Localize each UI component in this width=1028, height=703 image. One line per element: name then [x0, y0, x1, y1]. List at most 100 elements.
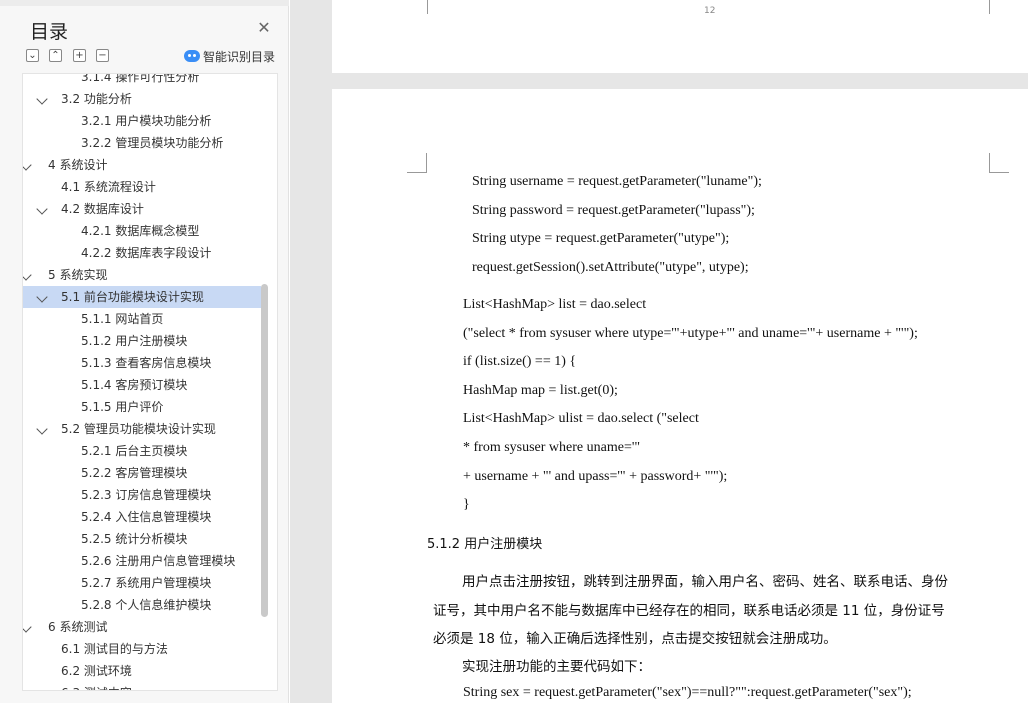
smart-toc-button[interactable]: 智能识别目录	[184, 47, 275, 65]
expand-all-button[interactable]: ⌄	[26, 49, 39, 62]
toc-item-label: 5.1 前台功能模块设计实现	[61, 290, 204, 304]
chevron-down-icon[interactable]	[23, 159, 32, 171]
toc-item-label: 5.2.1 后台主页模块	[81, 444, 188, 458]
toc-item[interactable]: 5.2.4 入住信息管理模块	[23, 506, 261, 528]
toc-item[interactable]: 4.2.2 数据库表字段设计	[23, 242, 261, 264]
chevron-down-icon[interactable]	[36, 423, 48, 435]
code-line: ("select * from sysuser where utype='"+u…	[463, 325, 918, 341]
code-line: List<HashMap> list = dao.select	[463, 297, 647, 312]
toc-item[interactable]: 3.2 功能分析	[23, 88, 261, 110]
previous-page: 12	[332, 0, 1028, 73]
smart-toc-label: 智能识别目录	[203, 49, 276, 64]
toc-item[interactable]: 3.1.4 操作可行性分析	[23, 73, 261, 88]
chevron-down-icon[interactable]	[23, 621, 32, 633]
toc-item[interactable]: 5.2.1 后台主页模块	[23, 440, 261, 462]
toc-item-label: 5.2.3 订房信息管理模块	[81, 488, 212, 502]
toc-item-label: 6.1 测试目的与方法	[61, 642, 168, 656]
remove-heading-button[interactable]: −	[96, 49, 109, 62]
toc-item-label: 5.1.1 网站首页	[81, 312, 164, 326]
toc-item-label: 4.2.1 数据库概念模型	[81, 224, 200, 238]
code-line: }	[463, 497, 470, 513]
toc-item[interactable]: 5.2.5 统计分析模块	[23, 528, 261, 550]
crop-mark	[427, 0, 428, 14]
toc-item-label: 4 系统设计	[48, 158, 108, 172]
toc-item[interactable]: 6.1 测试目的与方法	[23, 638, 261, 660]
toc-item[interactable]: 5.1.5 用户评价	[23, 396, 261, 418]
toc-item[interactable]: 5.2.2 客房管理模块	[23, 462, 261, 484]
toc-item-label: 3.2.1 用户模块功能分析	[81, 114, 212, 128]
code-line: String sex = request.getParameter("sex")…	[463, 685, 912, 700]
toc-item-label: 3.2 功能分析	[61, 92, 132, 106]
toc-item-label: 4.2.2 数据库表字段设计	[81, 246, 212, 260]
toc-item-label: 5.1.5 用户评价	[81, 400, 164, 414]
toc-item[interactable]: 5.1.2 用户注册模块	[23, 330, 261, 352]
code-line: if (list.size() == 1) {	[463, 354, 577, 370]
code-line: String username = request.getParameter("…	[472, 174, 762, 189]
toc-item[interactable]: 4 系统设计	[23, 154, 261, 176]
chevron-down-icon[interactable]	[23, 269, 32, 281]
toc-item-label: 5.1.4 客房预订模块	[81, 378, 188, 392]
toc-item-label: 5.2.2 客房管理模块	[81, 466, 188, 480]
panel-top-strip	[0, 0, 289, 6]
document-gutter	[290, 0, 332, 703]
toc-item-label: 5.2.6 注册用户信息管理模块	[81, 554, 236, 568]
toc-item-label: 5.1.2 用户注册模块	[81, 334, 188, 348]
toc-item[interactable]: 5.1.3 查看客房信息模块	[23, 352, 261, 374]
toc-item[interactable]: 5.1.1 网站首页	[23, 308, 261, 330]
robot-icon	[184, 50, 200, 62]
document-area: 12 String username = request.getParamete…	[290, 0, 1028, 703]
code-line: String password = request.getParameter("…	[472, 202, 755, 218]
toc-item[interactable]: 5.2.6 注册用户信息管理模块	[23, 550, 261, 572]
toc-item[interactable]: 4.1 系统流程设计	[23, 176, 261, 198]
code-line: * from sysuser where uname='"	[463, 440, 641, 455]
toc-item[interactable]: 5 系统实现	[23, 264, 261, 286]
chevron-down-icon[interactable]	[36, 93, 48, 105]
toc-item-label: 5.2.8 个人信息维护模块	[81, 598, 212, 612]
paragraph-line: 用户点击注册按钮，跳转到注册界面，输入用户名、密码、姓名、联系电话、身份	[462, 574, 948, 590]
section-heading: 5.1.2 用户注册模块	[427, 537, 543, 552]
toc-panel: 目录 ✕ ⌄ ⌃ + − 智能识别目录 3.1.4 操作可行性分析 3.2 功能分…	[0, 0, 289, 703]
crop-mark-top-right	[989, 153, 1009, 173]
toc-item-label: 5.1.3 查看客房信息模块	[81, 356, 212, 370]
crop-mark	[989, 0, 990, 14]
toc-item[interactable]: 5.2 管理员功能模块设计实现	[23, 418, 261, 440]
toc-item-label: 5.2.7 系统用户管理模块	[81, 576, 212, 590]
toc-item-label: 5.2.4 入住信息管理模块	[81, 510, 212, 524]
collapse-all-button[interactable]: ⌃	[49, 49, 62, 62]
chevron-down-icon[interactable]	[36, 291, 48, 303]
toc-item[interactable]: 4.2 数据库设计	[23, 198, 261, 220]
toc-item[interactable]: 6 系统测试	[23, 616, 261, 638]
code-line: List<HashMap> ulist = dao.select ("selec…	[463, 411, 699, 427]
toc-title: 目录	[30, 21, 69, 43]
toc-item[interactable]: 5.2.8 个人信息维护模块	[23, 594, 261, 616]
toc-item-label: 6.2 测试环境	[61, 664, 132, 678]
close-icon[interactable]: ✕	[256, 20, 272, 36]
page-number: 12	[704, 6, 716, 16]
toc-item[interactable]: 5.1.4 客房预订模块	[23, 374, 261, 396]
toc-item[interactable]: 6.2 测试环境	[23, 660, 261, 682]
toc-scrollbar[interactable]	[261, 284, 268, 617]
paragraph-line: 证号，其中用户名不能与数据库中已经存在的相同，联系电话必须是 11 位，身份证号	[433, 602, 945, 619]
toc-item-label: 6 系统测试	[48, 620, 108, 634]
toc-item-label: 5.2 管理员功能模块设计实现	[61, 422, 216, 436]
code-line: request.getSession().setAttribute("utype…	[472, 259, 749, 275]
current-page: String username = request.getParameter("…	[332, 89, 1028, 703]
toc-item[interactable]: 5.1 前台功能模块设计实现	[23, 286, 261, 308]
toc-item-label: 5 系统实现	[48, 268, 108, 282]
chevron-down-icon[interactable]	[36, 203, 48, 215]
toc-list: 3.1.4 操作可行性分析 3.2 功能分析 3.2.1 用户模块功能分析 3.2.2…	[22, 73, 278, 691]
paragraph-line: 必须是 18 位，输入正确后选择性别，点击提交按钮就会注册成功。	[433, 631, 837, 647]
toc-item-label: 4.1 系统流程设计	[61, 180, 156, 194]
toc-item[interactable]: 6.3 测试内容	[23, 682, 261, 690]
add-heading-button[interactable]: +	[73, 49, 86, 62]
toc-item[interactable]: 5.2.7 系统用户管理模块	[23, 572, 261, 594]
code-line: + username + "' and upass='" + password+…	[463, 468, 728, 484]
toc-item-label: 3.1.4 操作可行性分析	[81, 73, 200, 84]
toc-item[interactable]: 5.2.3 订房信息管理模块	[23, 484, 261, 506]
toc-item-label: 5.2.5 统计分析模块	[81, 532, 188, 546]
code-line: String utype = request.getParameter("uty…	[472, 231, 730, 246]
code-line: HashMap map = list.get(0);	[463, 382, 618, 398]
toc-item[interactable]: 3.2.1 用户模块功能分析	[23, 110, 261, 132]
toc-item[interactable]: 3.2.2 管理员模块功能分析	[23, 132, 261, 154]
toc-item[interactable]: 4.2.1 数据库概念模型	[23, 220, 261, 242]
